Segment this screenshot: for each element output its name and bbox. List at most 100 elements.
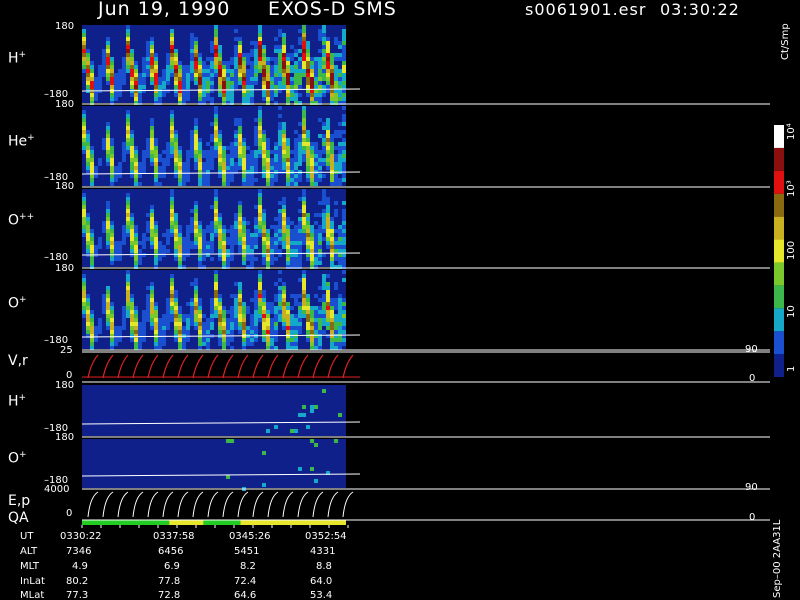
spectrogram-cell: [282, 158, 286, 162]
spectrogram-cell: [318, 178, 322, 182]
spectrogram-cell: [138, 322, 142, 326]
spectrogram-cell: [110, 310, 114, 314]
spectrogram-cell: [170, 65, 174, 69]
spectrogram-cell: [246, 241, 250, 245]
spectrogram-cell: [246, 77, 250, 81]
spectrogram-cell: [158, 322, 162, 326]
spectrogram-cell: [254, 166, 258, 170]
spectrogram-cell: [130, 146, 134, 150]
spectrogram-cell: [134, 65, 138, 69]
spectrogram-cell: [82, 205, 86, 209]
spectrogram-cell: [110, 142, 114, 146]
spectrogram-cell: [166, 77, 170, 81]
spectrogram-cell: [106, 217, 110, 221]
spectrogram-cell: [182, 237, 186, 241]
spectrogram-cell: [230, 245, 234, 249]
spectrogram-cell: [126, 197, 130, 201]
spectrogram-cell: [162, 162, 166, 166]
spectrogram-cell: [82, 221, 86, 225]
spectrogram-cell: [122, 233, 126, 237]
spectrogram-cell: [126, 33, 130, 37]
spectrogram-cell: [326, 318, 330, 322]
spectrogram-cell: [122, 225, 126, 229]
spectrogram-cell: [222, 158, 226, 162]
spectrogram-cell: [254, 314, 258, 318]
spectrogram-cell: [330, 158, 334, 162]
spectrogram-cell: [302, 209, 306, 213]
spectrogram-cell: [266, 326, 270, 330]
spectrogram-cell: [158, 97, 162, 101]
spectrogram-cell: [106, 69, 110, 73]
spectrogram-cell: [306, 154, 310, 158]
spectrogram-cell: [110, 241, 114, 245]
spectrogram-cell: [294, 162, 298, 166]
spectrogram-cell: [114, 249, 118, 253]
spectrogram-cell: [278, 114, 282, 118]
spectrogram-cell: [326, 65, 330, 69]
spectrogram-cell: [266, 142, 270, 146]
spectrogram-cell: [298, 77, 302, 81]
spectrogram-cell: [278, 233, 282, 237]
spectrogram-cell: [86, 298, 90, 302]
spectrogram-cell: [222, 306, 226, 310]
spectrogram-cell: [334, 249, 338, 253]
spectrogram-cell: [110, 93, 114, 97]
spectrogram-cell: [310, 154, 314, 158]
spectrogram-cell: [262, 338, 266, 342]
spectrogram-cell: [314, 142, 318, 146]
spectrogram-cell: [190, 217, 194, 221]
spectrogram-cell: [270, 338, 274, 342]
spectrogram-cell: [190, 302, 194, 306]
spectrogram-cell: [198, 306, 202, 310]
spectrogram-cell: [190, 77, 194, 81]
spectrogram-cell: [90, 73, 94, 77]
spectrogram-cell: [182, 93, 186, 97]
spectrogram-cell: [82, 294, 86, 298]
spectrogram-cell: [202, 330, 206, 334]
spectrogram-cell: [250, 61, 254, 65]
spectrogram-cell: [326, 154, 330, 158]
spectrogram-cell: [234, 134, 238, 138]
spectrogram-cell: [330, 310, 334, 314]
spectrogram-cell: [114, 93, 118, 97]
spectrogram-cell: [150, 126, 154, 130]
spectrogram-cell: [310, 146, 314, 150]
spectrogram-cell: [154, 346, 158, 350]
spectrogram-cell: [222, 237, 226, 241]
spectrogram-cell: [126, 270, 130, 274]
spectrogram-cell: [234, 162, 238, 166]
spectrogram-cell: [330, 346, 334, 350]
spectrogram-cell: [86, 162, 90, 166]
spectrogram-cell: [274, 81, 278, 85]
spectrogram-cell: [282, 302, 286, 306]
spectrogram-cell: [182, 249, 186, 253]
spectrogram-cell: [214, 61, 218, 65]
spectrogram-cell: [254, 326, 258, 330]
spectrogram-cell: [262, 213, 266, 217]
spectrogram-cell: [134, 162, 138, 166]
spectrogram-cell: [126, 229, 130, 233]
spectrogram-cell: [174, 233, 178, 237]
spectrogram-cell: [194, 201, 198, 205]
spectrogram-cell: [194, 302, 198, 306]
spectrogram-cell: [142, 318, 146, 322]
spectrogram-cell: [194, 61, 198, 65]
spectrogram-cell: [202, 249, 206, 253]
spectrogram-cell: [250, 338, 254, 342]
spectrogram-cell: [102, 298, 106, 302]
spectrogram-cell: [134, 229, 138, 233]
spectrogram-cell: [342, 326, 346, 330]
spectrogram-cell: [318, 134, 322, 138]
spectrogram-cell: [226, 322, 230, 326]
spectrogram-cell: [274, 294, 278, 298]
spectrogram-cell: [250, 237, 254, 241]
spectrogram-cell: [298, 221, 302, 225]
spectrogram-cell: [142, 158, 146, 162]
spectrogram-cell: [294, 73, 298, 77]
spectrogram-cell: [230, 330, 234, 334]
spectrogram-cell: [170, 29, 174, 33]
spectrogram-cell: [126, 306, 130, 310]
colorbar-segment: [774, 193, 784, 217]
spectrogram-cell: [194, 57, 198, 61]
spectrogram-cell: [242, 306, 246, 310]
